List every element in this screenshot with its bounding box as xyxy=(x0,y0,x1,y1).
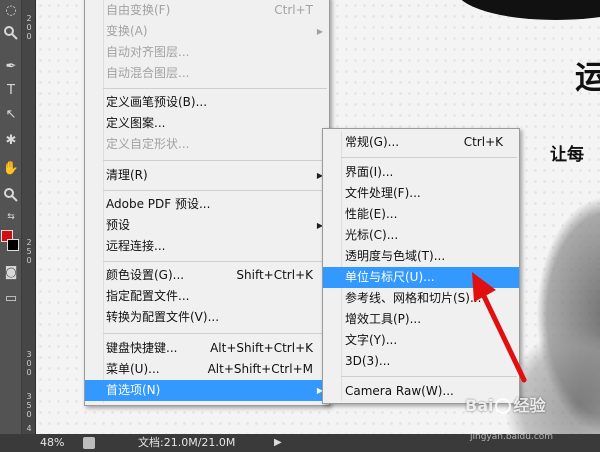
ruler-tick: 2 xyxy=(26,238,32,247)
menu-item-menus[interactable]: 菜单(U)... Alt+Shift+Ctrl+M xyxy=(85,359,329,380)
document-status-icon[interactable] xyxy=(83,437,95,449)
swap-colors-icon[interactable]: ⇆ xyxy=(2,208,20,226)
canvas-subheading-text: 让每 xyxy=(550,145,584,165)
ruler-tick: 4 xyxy=(26,424,32,433)
menu-separator xyxy=(103,261,327,262)
document-size-info: 文档:21.0M/21.0M xyxy=(138,436,236,449)
menu-item-define-pattern[interactable]: 定义图案... xyxy=(85,113,329,134)
zoom-tool-icon[interactable] xyxy=(2,24,20,42)
menu-separator xyxy=(103,160,327,161)
ruler-tick: 0 xyxy=(26,32,32,41)
menu-item-performance[interactable]: 性能(E)... xyxy=(323,204,519,225)
menu-item-auto-align-layers[interactable]: 自动对齐图层... xyxy=(85,42,329,63)
type-tool-icon[interactable]: T xyxy=(2,82,20,100)
menu-item-free-transform[interactable]: 自由变换(F) Ctrl+T xyxy=(85,0,329,21)
hand-tool-icon[interactable]: ✋ xyxy=(2,160,20,178)
menu-separator xyxy=(103,88,327,89)
submenu-arrow-icon: ▶ xyxy=(316,27,323,36)
quick-mask-icon[interactable]: ◙ xyxy=(2,264,20,282)
zoom-tool-2-icon[interactable] xyxy=(2,186,20,204)
menu-item-define-custom-shape[interactable]: 定义自定形状... xyxy=(85,134,329,155)
menu-item-remote-connections[interactable]: 远程连接... xyxy=(85,236,329,257)
menu-item-auto-blend-layers[interactable]: 自动混合图层... xyxy=(85,63,329,84)
ruler-tick: 0 xyxy=(26,410,32,419)
menu-separator xyxy=(103,333,327,334)
menu-item-purge[interactable]: 清理(R) ▶ xyxy=(85,165,329,186)
ruler-tick: 5 xyxy=(26,401,32,410)
watermark-url: jingyan.baidu.com xyxy=(470,432,554,442)
menu-item-keyboard-shortcuts[interactable]: 键盘快捷键... Alt+Shift+Ctrl+K xyxy=(85,338,329,359)
ruler-tick: 3 xyxy=(26,392,32,401)
menu-item-define-brush-preset[interactable]: 定义画笔预设(B)... xyxy=(85,92,329,113)
menu-item-convert-to-profile[interactable]: 转换为配置文件(V)... xyxy=(85,307,329,328)
menu-item-assign-profile[interactable]: 指定配置文件... xyxy=(85,286,329,307)
menu-item-color-settings[interactable]: 颜色设置(G)... Shift+Ctrl+K xyxy=(85,265,329,286)
ruler-tick: 2 xyxy=(26,14,32,23)
screen-mode-icon[interactable]: ▭ xyxy=(2,290,20,308)
baidu-watermark: Bai 经验 xyxy=(465,396,546,415)
menu-item-transparency-gamut[interactable]: 透明度与色域(T)... xyxy=(323,246,519,267)
menu-item-presets[interactable]: 预设 ▶ xyxy=(85,215,329,236)
custom-shape-tool-icon[interactable]: ✱ xyxy=(2,132,20,150)
menu-item-adobe-pdf-presets[interactable]: Adobe PDF 预设... xyxy=(85,194,329,215)
menu-separator xyxy=(341,157,517,158)
menu-item-cursors[interactable]: 光标(C)... xyxy=(323,225,519,246)
zoom-level[interactable]: 48% xyxy=(40,434,64,452)
edit-menu: 自由变换(F) Ctrl+T 变换(A) ▶ 自动对齐图层... 自动混合图层...… xyxy=(84,0,330,406)
menu-item-general[interactable]: 常规(G)... Ctrl+K xyxy=(323,132,519,153)
vertical-ruler: 2 0 0 2 5 0 3 0 0 3 5 0 4 xyxy=(22,0,36,434)
background-color-swatch[interactable] xyxy=(7,239,19,251)
ruler-tick: 0 xyxy=(26,256,32,265)
tools-panel: ◌ ✒ T ↖ ✱ ✋ ⇆ ◙ ▭ xyxy=(0,0,22,452)
baidu-paw-icon xyxy=(495,398,512,414)
status-menu-arrow-icon[interactable]: ▶ xyxy=(274,434,282,452)
annotation-arrow-icon xyxy=(472,272,527,383)
lasso-tool-icon[interactable]: ◌ xyxy=(2,2,20,20)
menu-item-file-handling[interactable]: 文件处理(F)... xyxy=(323,183,519,204)
menu-item-transform[interactable]: 变换(A) ▶ xyxy=(85,21,329,42)
canvas-heading-text: 运 xyxy=(575,58,600,96)
ruler-tick: 5 xyxy=(26,247,32,256)
ruler-tick: 3 xyxy=(26,350,32,359)
menu-item-interface[interactable]: 界面(I)... xyxy=(323,162,519,183)
pen-tool-icon[interactable]: ✒ xyxy=(2,58,20,76)
ruler-tick: 0 xyxy=(26,359,32,368)
ruler-tick: 0 xyxy=(26,23,32,32)
ruler-tick: 0 xyxy=(26,368,32,377)
path-selection-tool-icon[interactable]: ↖ xyxy=(2,106,20,124)
menu-item-preferences[interactable]: 首选项(N) ▶ xyxy=(85,380,329,401)
menu-separator xyxy=(103,190,327,191)
